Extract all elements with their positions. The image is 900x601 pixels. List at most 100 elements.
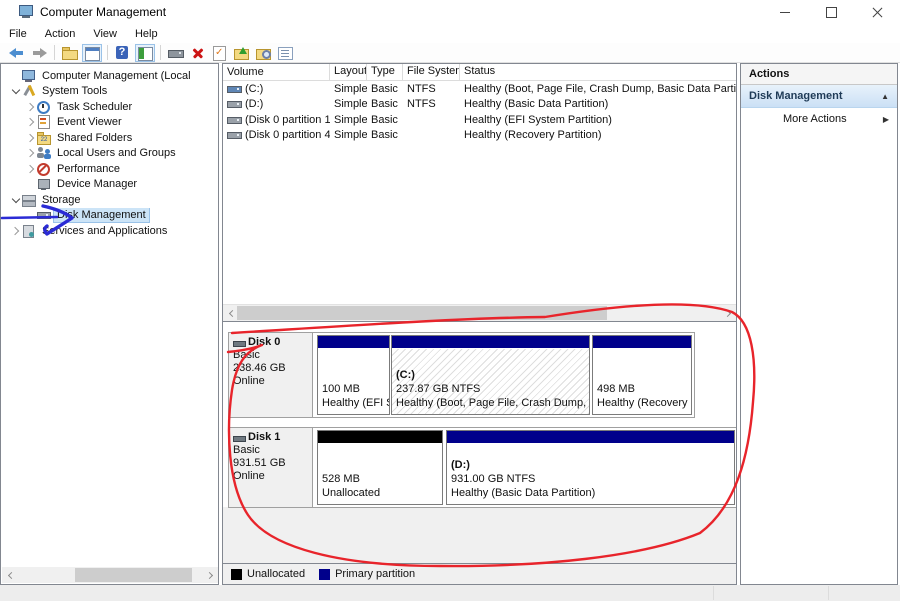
chevron-down-icon[interactable]: [11, 195, 21, 205]
disk-management-pane: Volume Layout Type File System Status (C…: [222, 63, 737, 585]
disk-1-row: Disk 1 Basic 931.51 GB Online 528 MB Una…: [228, 427, 736, 508]
tree-item-label: Services and Applications: [42, 224, 168, 237]
chevron-right-icon[interactable]: [26, 164, 36, 174]
menu-file[interactable]: File: [0, 26, 36, 42]
disk-kind: Basic: [233, 444, 260, 456]
tree-item-task-scheduler[interactable]: Task Scheduler: [1, 99, 218, 115]
tree-item-label: Performance: [57, 162, 120, 175]
column-header-volume[interactable]: Volume: [223, 64, 330, 80]
chevron-right-icon[interactable]: [26, 133, 36, 143]
more-actions-item[interactable]: More Actions ▶: [741, 108, 897, 130]
drive-icon[interactable]: [166, 44, 186, 62]
tree-item-disk-management[interactable]: Disk Management: [1, 207, 218, 223]
chevron-right-icon[interactable]: [11, 226, 21, 236]
disk-size: 931.51 GB: [233, 457, 286, 469]
disk-0-label[interactable]: Disk 0 Basic 238.46 GB Online: [229, 333, 313, 417]
scroll-left-icon[interactable]: [2, 567, 18, 583]
storage-icon: [21, 193, 37, 207]
table-row[interactable]: (Disk 0 partition 4) Simple Basic Health…: [223, 128, 736, 144]
chevron-right-icon[interactable]: [26, 117, 36, 127]
partition-unallocated[interactable]: 528 MB Unallocated: [317, 430, 443, 505]
back-arrow-icon[interactable]: [7, 44, 27, 62]
device-manager-icon: [36, 177, 52, 191]
main-area: Computer Management (Local System Tools …: [0, 63, 900, 585]
unallocated-swatch: [231, 568, 242, 580]
tree-horizontal-scrollbar[interactable]: [2, 567, 218, 583]
legend-bar: Unallocated Primary partition: [223, 563, 736, 584]
computer-management-window: { "window": { "title": "Computer Managem…: [0, 0, 900, 601]
shared-folder-icon: [36, 131, 52, 145]
table-row[interactable]: (D:) Simple Basic NTFS Healthy (Basic Da…: [223, 97, 736, 113]
clock-icon: [36, 100, 52, 114]
column-header-file-system[interactable]: File System: [403, 64, 460, 80]
divider: [713, 586, 714, 600]
scroll-right-icon[interactable]: [202, 567, 218, 583]
volume-icon: [227, 99, 242, 109]
menu-view[interactable]: View: [84, 26, 126, 42]
forward-arrow-icon[interactable]: [29, 44, 49, 62]
scroll-right-icon[interactable]: [720, 305, 736, 321]
partition-efi[interactable]: 100 MB Healthy (EFI S: [317, 335, 390, 415]
close-button[interactable]: [854, 0, 900, 24]
tree-item-label: Disk Management: [53, 207, 150, 223]
partition-recovery[interactable]: 498 MB Healthy (Recovery P: [592, 335, 692, 415]
services-icon: [21, 224, 37, 238]
volume-list-header: Volume Layout Type File System Status: [223, 64, 736, 81]
tree-item-device-manager[interactable]: Device Manager: [1, 177, 218, 193]
tree-item-system-tools[interactable]: System Tools: [1, 84, 218, 100]
scrollbar-thumb[interactable]: [75, 568, 192, 582]
delete-volume-icon[interactable]: [188, 44, 208, 62]
tree-item-performance[interactable]: Performance: [1, 161, 218, 177]
help-icon[interactable]: [113, 44, 133, 62]
volume-icon: [227, 84, 242, 94]
users-icon: [36, 146, 52, 160]
partition-d[interactable]: (D:) 931.00 GB NTFS Healthy (Basic Data …: [446, 430, 735, 505]
export-list-icon[interactable]: [60, 44, 80, 62]
submenu-arrow-icon: ▶: [882, 114, 889, 124]
scrollbar-thumb[interactable]: [237, 306, 607, 320]
disk-icon: [233, 434, 246, 442]
disk-kind: Basic: [233, 349, 260, 361]
tree-item-computer-management[interactable]: Computer Management (Local: [1, 68, 218, 84]
chevron-right-icon[interactable]: [26, 148, 36, 158]
show-console-tree-icon[interactable]: [82, 43, 102, 62]
tree-item-local-users-groups[interactable]: Local Users and Groups: [1, 146, 218, 162]
table-row[interactable]: (C:) Simple Basic NTFS Healthy (Boot, Pa…: [223, 81, 736, 97]
folder-find-icon[interactable]: [254, 44, 274, 62]
column-header-status[interactable]: Status: [460, 64, 736, 80]
maximize-button[interactable]: [808, 0, 854, 24]
tree-item-event-viewer[interactable]: Event Viewer: [1, 115, 218, 131]
computer-icon: [21, 69, 37, 83]
chevron-right-icon[interactable]: [26, 102, 36, 112]
bottom-strip: [0, 585, 900, 601]
tree-item-shared-folders[interactable]: Shared Folders: [1, 130, 218, 146]
table-row[interactable]: (Disk 0 partition 1) Simple Basic Health…: [223, 112, 736, 128]
minimize-button[interactable]: [762, 0, 808, 24]
properties-icon[interactable]: [276, 44, 296, 62]
tree-item-label: Event Viewer: [57, 116, 122, 129]
show-action-pane-icon[interactable]: [135, 43, 155, 62]
check-document-icon[interactable]: [210, 44, 230, 62]
chevron-down-icon[interactable]: [11, 86, 21, 96]
partition-color-bar: [318, 336, 389, 348]
disk-1-label[interactable]: Disk 1 Basic 931.51 GB Online: [229, 428, 313, 507]
performance-icon: [36, 162, 52, 176]
tree-item-label: Shared Folders: [57, 131, 133, 144]
volume-icon: [227, 130, 242, 140]
actions-group-disk-management[interactable]: Disk Management ▲: [741, 85, 897, 108]
partition-c[interactable]: (C:) 237.87 GB NTFS Healthy (Boot, Page …: [391, 335, 590, 415]
column-header-type[interactable]: Type: [367, 64, 403, 80]
collapse-caret-icon[interactable]: ▲: [881, 92, 889, 101]
tree-item-services-applications[interactable]: Services and Applications: [1, 223, 218, 239]
menu-action[interactable]: Action: [36, 26, 85, 42]
menu-bar: File Action View Help: [0, 24, 900, 43]
menu-help[interactable]: Help: [126, 26, 167, 42]
column-header-layout[interactable]: Layout: [330, 64, 367, 80]
disk-state: Online: [233, 470, 265, 482]
app-icon: [18, 5, 34, 19]
volume-list-horizontal-scrollbar[interactable]: [223, 304, 736, 321]
tree-item-label: Device Manager: [57, 178, 138, 191]
tree-item-storage[interactable]: Storage: [1, 192, 218, 208]
disk-state: Online: [233, 375, 265, 387]
folder-up-icon[interactable]: [232, 44, 252, 62]
